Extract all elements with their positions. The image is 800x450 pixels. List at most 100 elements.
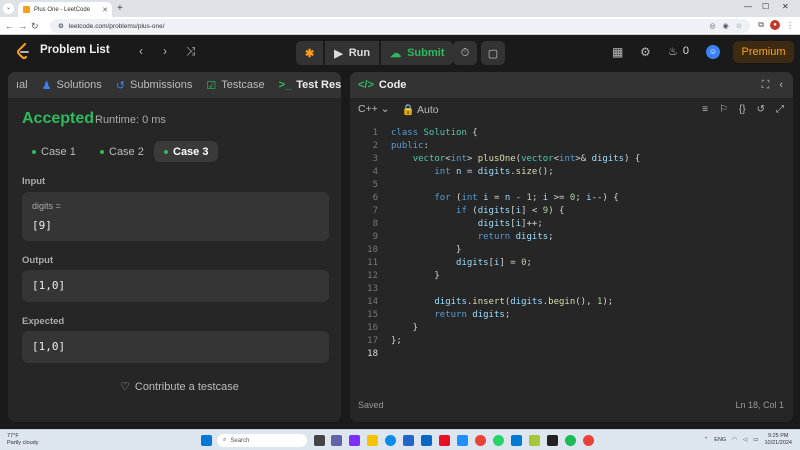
run-button[interactable]: ▶ Run [325, 41, 380, 65]
prev-problem-icon[interactable]: ‹ [139, 44, 143, 58]
clock[interactable]: 9:25 PM 10/21/2024 [764, 433, 792, 447]
play-icon: ▶ [334, 47, 343, 60]
tab-testcase[interactable]: ☑ Testcase [199, 79, 271, 92]
notes-icon[interactable]: ▢ [481, 41, 505, 65]
code-title: Code [378, 79, 407, 91]
code-brackets-icon: </> [358, 79, 374, 91]
tab-editorial-truncated[interactable]: ıal [8, 79, 35, 91]
chrome-menu-icon[interactable]: ⋮ [786, 21, 794, 30]
cloud-upload-icon: ☁ [390, 47, 402, 60]
contribute-testcase-button[interactable]: ♡ Contribute a testcase [120, 380, 239, 394]
format-icon[interactable]: ≡ [702, 104, 708, 115]
line-number: 18 [367, 349, 378, 359]
browser-tab[interactable]: Plus One - LeetCode ✕ [18, 2, 112, 17]
left-panel-tabs: ıal ♟ Solutions ↺ Submissions ☑ Testcase… [8, 72, 341, 98]
bookmark-star-icon[interactable]: ☆ [736, 22, 742, 30]
wifi-icon[interactable]: ◠ [732, 437, 737, 443]
windows-taskbar: 77°F Partly cloudy ⌕ Search ⌃ ENG ◠ ◁ ▭ … [0, 429, 800, 450]
language-select[interactable]: C++ ⌄ [358, 103, 390, 115]
close-tab-icon[interactable]: ✕ [102, 6, 108, 14]
chrome-icon[interactable] [475, 435, 486, 446]
braces-icon[interactable]: {} [739, 104, 746, 115]
problem-list-link[interactable]: Problem List [40, 44, 110, 56]
tab-solutions[interactable]: ♟ Solutions [35, 79, 109, 92]
app-icon-teams[interactable] [511, 435, 522, 446]
taskbar-search[interactable]: ⌕ Search [217, 434, 307, 447]
streak-counter[interactable]: ♨ 0 [668, 45, 689, 58]
address-bar[interactable]: ⚙ leetcode.com/problems/plus-one/ ◎ ◉ ☆ [50, 19, 750, 33]
bookmark-icon[interactable]: ⚐ [719, 104, 728, 115]
file-explorer-icon[interactable] [367, 435, 378, 446]
case-tab-1[interactable]: Case 1 [22, 141, 86, 162]
forward-icon[interactable]: → [18, 21, 27, 31]
streak-count: 0 [682, 45, 689, 57]
tab-submissions[interactable]: ↺ Submissions [109, 79, 200, 92]
edge-icon[interactable] [385, 435, 396, 446]
site-info-icon[interactable]: ⚙ [58, 22, 64, 30]
window-close-icon[interactable]: ✕ [782, 2, 789, 11]
line-number: 1 [372, 128, 378, 138]
extensions-icon[interactable]: ⧉ [758, 20, 764, 30]
fullscreen-icon[interactable]: ⤢ [776, 104, 784, 115]
eye-off-icon[interactable]: ◉ [723, 22, 729, 30]
code-line: for (int i = n - 1; i >= 0; i--) { [434, 193, 619, 203]
weather-widget[interactable]: 77°F Partly cloudy [7, 433, 39, 447]
submit-button[interactable]: ☁ Submit [381, 41, 454, 65]
new-tab-icon[interactable]: + [117, 3, 123, 14]
editor-toolbar: C++ ⌄ 🔒 Auto ≡ ⚐ {} ↺ ⤢ [350, 98, 793, 120]
next-problem-icon[interactable]: › [163, 44, 167, 58]
pass-dot-icon [32, 149, 36, 154]
app-icon-red[interactable] [439, 435, 450, 446]
reset-icon[interactable]: ↺ [757, 104, 765, 115]
whatsapp-icon[interactable] [493, 435, 504, 446]
result-status: Accepted [22, 110, 95, 127]
minimize-icon[interactable]: — [744, 2, 752, 11]
case-tab-2[interactable]: Case 2 [90, 141, 154, 162]
shuffle-icon[interactable]: ⤨ [186, 44, 196, 59]
leetcode-logo-icon[interactable] [16, 43, 30, 60]
store-icon[interactable] [403, 435, 414, 446]
profile-avatar[interactable]: ● [770, 20, 780, 30]
battery-icon[interactable]: ▭ [753, 437, 758, 443]
app-icon-dark[interactable] [547, 435, 558, 446]
language-indicator[interactable]: ENG [714, 437, 726, 443]
maximize-panel-icon[interactable]: ⛶ [762, 79, 770, 92]
line-number: 14 [367, 297, 378, 307]
line-number: 9 [372, 232, 378, 242]
user-avatar[interactable]: ☺ [706, 45, 720, 59]
line-number: 7 [372, 206, 378, 216]
code-editor[interactable]: 1 class Solution { 2 public: 3 vector<in… [350, 126, 793, 396]
run-label: Run [348, 47, 371, 59]
app-icon[interactable] [349, 435, 360, 446]
premium-button[interactable]: Premium [733, 41, 794, 63]
reload-icon[interactable]: ↻ [31, 21, 39, 31]
timer-icon[interactable]: ⏱ [453, 41, 477, 65]
collapse-panel-icon[interactable]: ‹ [779, 79, 783, 92]
task-view-icon[interactable] [314, 435, 325, 446]
spotify-icon[interactable] [565, 435, 576, 446]
volume-icon[interactable]: ◁ [743, 437, 747, 443]
weather-temp: 77°F [7, 433, 19, 439]
case-tab-3[interactable]: Case 3 [154, 141, 219, 162]
debug-button[interactable]: ✱ [296, 41, 324, 65]
back-icon[interactable]: ← [5, 21, 14, 31]
tab-search-icon[interactable]: ⌄ [3, 3, 14, 14]
line-number: 11 [367, 258, 378, 268]
layout-grid-icon[interactable]: ▦ [612, 45, 623, 59]
maximize-icon[interactable]: ☐ [762, 2, 769, 11]
windows-start-icon[interactable] [201, 435, 212, 446]
clock-time: 9:25 PM [767, 433, 789, 439]
code-line: }; [391, 336, 402, 346]
tray-chevron-icon[interactable]: ⌃ [704, 437, 709, 443]
chat-icon[interactable] [331, 435, 342, 446]
search-lens-icon[interactable]: ◎ [710, 22, 716, 30]
linkedin-icon[interactable] [421, 435, 432, 446]
app-icon-blue[interactable] [457, 435, 468, 446]
chrome-active-icon[interactable] [583, 435, 594, 446]
app-icon-green[interactable] [529, 435, 540, 446]
tab-testcase-label: Testcase [221, 79, 265, 91]
settings-gear-icon[interactable]: ⚙ [640, 45, 651, 59]
tab-solutions-label: Solutions [56, 79, 102, 91]
tab-test-result[interactable]: >_ Test Result [272, 79, 341, 91]
auto-mode-toggle[interactable]: 🔒 Auto [402, 103, 439, 116]
